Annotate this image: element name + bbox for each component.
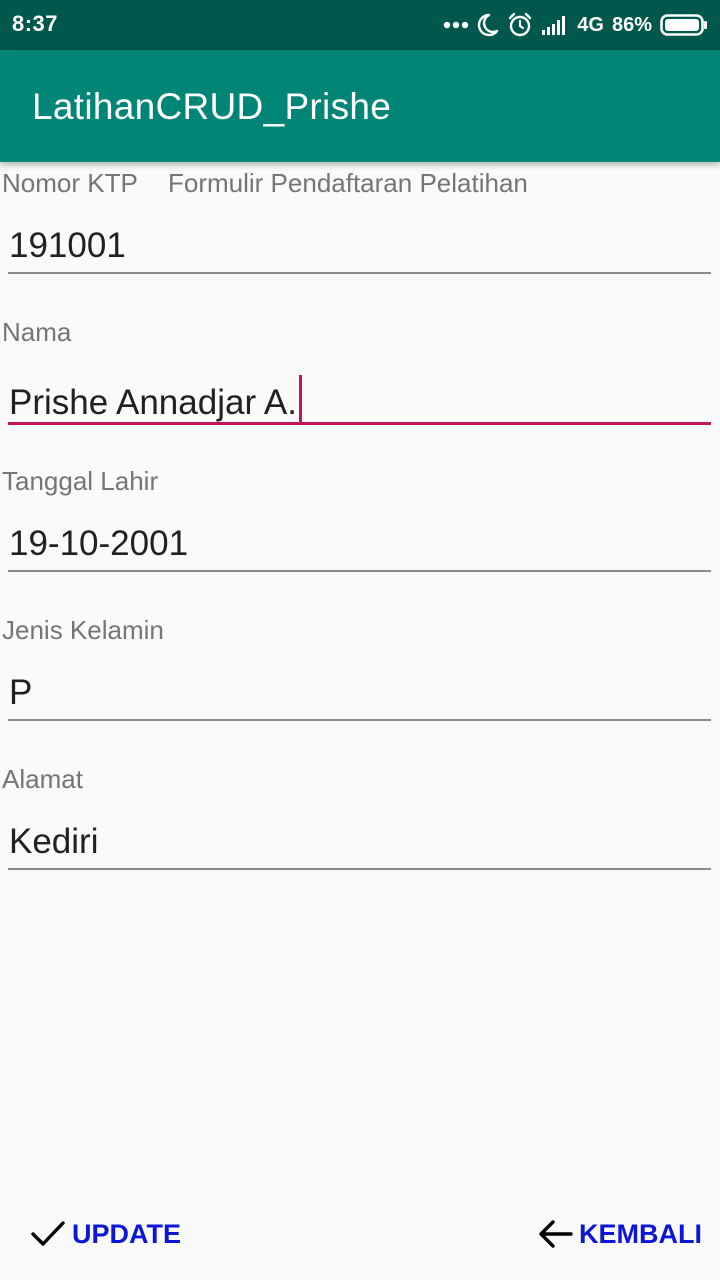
status-time: 8:37 <box>12 11 59 36</box>
arrow-left-icon <box>537 1218 573 1250</box>
screen: 8:37 4G 86% LatihanCRUD_Prishe Nomor KTP… <box>0 0 720 1280</box>
network-type: 4G <box>577 13 604 36</box>
tanggal-lahir-label: Tanggal Lahir <box>2 466 159 496</box>
signal-icon <box>541 14 569 36</box>
nama-underline <box>8 422 711 425</box>
ktp-underline <box>8 272 711 274</box>
app-title: LatihanCRUD_Prishe <box>32 86 392 127</box>
battery-percent: 86% <box>611 13 652 36</box>
form-title: Formulir Pendaftaran Pelatihan <box>168 168 528 198</box>
ktp-label: Nomor KTP <box>2 168 138 198</box>
more-dots-icon <box>443 20 469 30</box>
alamat-underline <box>8 868 711 870</box>
moon-icon <box>477 13 499 37</box>
alamat-input[interactable]: Kediri <box>9 822 98 862</box>
battery-icon <box>660 13 708 37</box>
nama-input[interactable]: Prishe Annadjar A. <box>9 375 302 423</box>
status-bar: 8:37 4G 86% <box>0 0 720 50</box>
back-label: KEMBALI <box>579 1218 702 1249</box>
status-icons: 4G 86% <box>443 9 708 41</box>
text-cursor <box>298 375 302 423</box>
nama-label: Nama <box>2 317 72 347</box>
jenis-kelamin-input[interactable]: P <box>9 673 32 713</box>
check-icon <box>30 1219 66 1249</box>
back-button[interactable]: KEMBALI <box>537 1212 702 1256</box>
update-label: UPDATE <box>72 1218 182 1249</box>
app-bar: LatihanCRUD_Prishe <box>0 50 720 162</box>
jenis-kelamin-label: Jenis Kelamin <box>2 615 164 645</box>
tanggal-lahir-input[interactable]: 19-10-2001 <box>9 524 188 564</box>
nama-value: Prishe Annadjar A. <box>9 383 297 422</box>
update-button[interactable]: UPDATE <box>30 1212 181 1256</box>
jenis-kelamin-underline <box>8 719 711 721</box>
tanggal-lahir-underline <box>8 570 711 572</box>
ktp-input[interactable]: 191001 <box>9 226 126 266</box>
alamat-label: Alamat <box>2 764 83 794</box>
alarm-icon <box>507 12 533 38</box>
